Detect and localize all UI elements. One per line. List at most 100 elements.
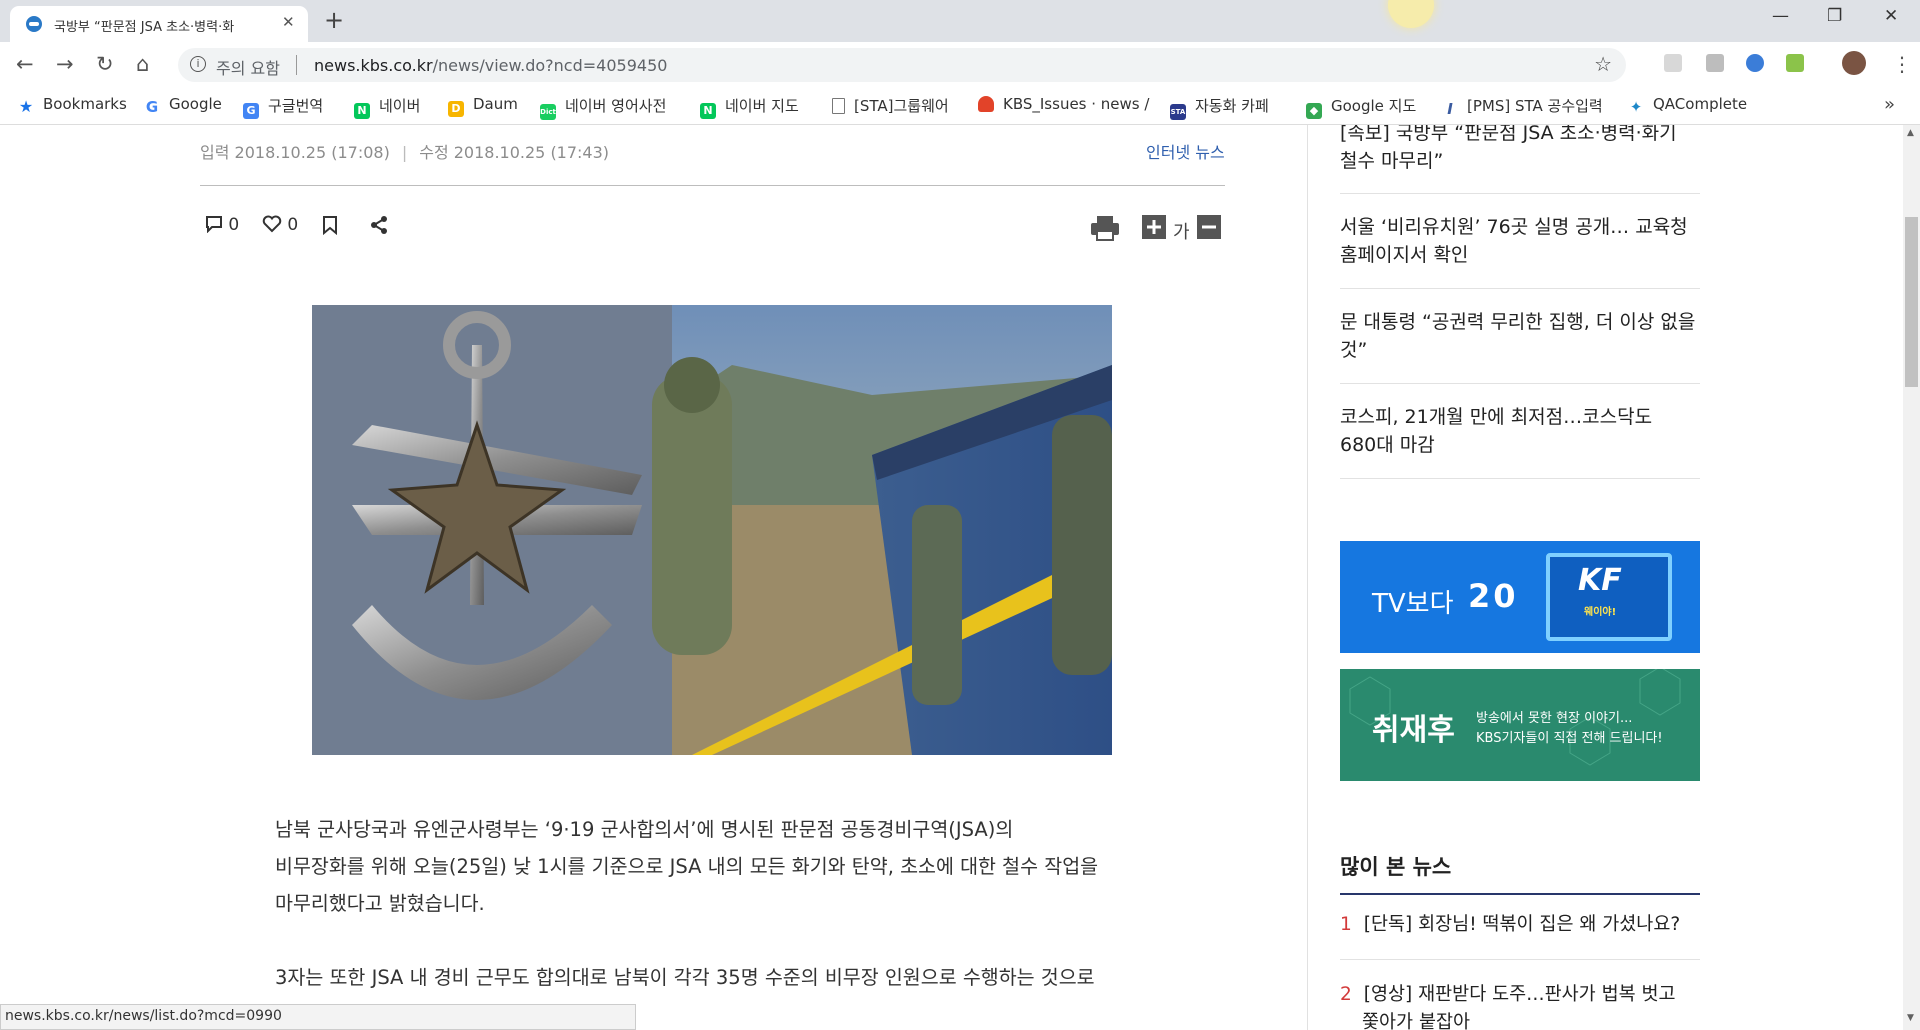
url-host: news.kbs.co.kr (314, 56, 433, 75)
url-text[interactable]: news.kbs.co.kr/news/view.do?ncd=4059450 (314, 56, 667, 75)
bookmark-label: Daum (473, 95, 518, 113)
sidebar-separator (1340, 383, 1700, 384)
google-icon: G (145, 98, 159, 116)
popular-news-title: [영상] 재판받다 도주…판사가 법복 벗고 (1363, 984, 1676, 1005)
comment-count: 0 (228, 215, 240, 235)
bookmark-label: 네이버 지도 (725, 97, 799, 115)
date-edit: 수정 2018.10.25 (17:43) (419, 143, 610, 162)
article-dates: 입력 2018.10.25 (17:08) | 수정 2018.10.25 (17:… (200, 139, 609, 163)
banner-20-text: 20 (1468, 577, 1519, 615)
address-bar[interactable]: i 주의 요함 news.kbs.co.kr/news/view.do?ncd=… (178, 48, 1626, 82)
extension-arrow-icon[interactable] (1746, 54, 1764, 72)
article-line: 비무장화를 위해 오늘(25일) 낮 1시를 기준으로 JSA 내의 모든 화기… (275, 855, 1099, 878)
section-link[interactable]: 인터넷 뉴스 (1146, 139, 1225, 163)
info-icon[interactable]: i (190, 56, 206, 72)
daum-icon: D (448, 101, 464, 117)
bookmark-item[interactable]: ◆ Google 지도 (1306, 95, 1416, 119)
tab-close-icon[interactable]: ✕ (282, 13, 295, 31)
bookmark-label: 자동화 카페 (1195, 97, 1269, 115)
related-news-item[interactable]: [속보] 국방부 “판문점 JSA 초소·병력·화기 철수 마무리” (1340, 125, 1700, 175)
omnibox-divider (296, 55, 297, 75)
reload-icon[interactable]: ↻ (96, 52, 114, 76)
bookmark-item[interactable]: G 구글번역 (243, 95, 323, 119)
related-news-title: 680대 마감 (1340, 434, 1435, 456)
related-news-title: 문 대통령 “공권력 무리한 집행, 더 이상 없을 (1340, 311, 1696, 333)
kf-banner[interactable]: TV보다 20 KF 웨이야! (1340, 541, 1700, 653)
bookmark-label: 구글번역 (268, 97, 324, 115)
restore-button[interactable]: ❐ (1827, 6, 1842, 26)
bookmark-star-icon[interactable]: ☆ (1594, 52, 1612, 76)
related-news-item[interactable]: 서울 ‘비리유치원’ 76곳 실명 공개… 교육청 홈페이지서 확인 (1340, 213, 1700, 269)
back-arrow-icon[interactable]: ← (16, 52, 34, 76)
bookmark-label: Bookmarks (43, 95, 127, 113)
related-news-title: 것” (1340, 339, 1368, 361)
popular-rank: 1 (1340, 914, 1352, 935)
web-page: 입력 2018.10.25 (17:08) | 수정 2018.10.25 (17:… (0, 125, 1920, 1030)
extension-green-icon[interactable] (1786, 54, 1804, 72)
popular-rank: 2 (1340, 984, 1352, 1005)
font-increase-button[interactable] (1142, 215, 1166, 244)
home-icon[interactable]: ⌂ (136, 52, 149, 76)
like-button[interactable]: 0 (262, 215, 298, 235)
reporting-banner[interactable]: 취재후 방송에서 못한 현장 이야기... KBS기자들이 직접 전해 드립니다… (1340, 669, 1700, 781)
font-decrease-button[interactable] (1197, 215, 1221, 244)
browser-tab[interactable]: 국방부 “판문점 JSA 초소·병력·화 ✕ (10, 6, 308, 42)
bookmark-item[interactable]: Dict 네이버 영어사전 (540, 95, 666, 120)
article-paragraph: 3자는 또한 JSA 내 경비 근무도 합의대로 남북이 각각 35명 수준의 … (275, 959, 1155, 996)
security-warning[interactable]: 주의 요함 (216, 55, 280, 79)
article-photo (312, 305, 1112, 755)
bookmark-button[interactable] (322, 215, 338, 240)
scroll-down-icon[interactable]: ▼ (1907, 1013, 1914, 1023)
bookmark-item[interactable]: D Daum (448, 95, 518, 117)
print-button[interactable] (1090, 215, 1120, 246)
date-input: 입력 2018.10.25 (17:08) (200, 143, 390, 162)
bookmark-item[interactable]: G Google (144, 95, 222, 115)
qa-icon: ✦ (1629, 98, 1643, 116)
page-scrollbar[interactable]: ▲ ▼ (1903, 125, 1920, 1030)
bookmark-item[interactable]: ★ Bookmarks (18, 95, 127, 115)
font-size-label: 가 (1173, 222, 1190, 243)
bookmark-item[interactable]: KBS_Issues · news / (978, 95, 1149, 113)
page-icon (832, 98, 845, 114)
sidebar-separator (1340, 193, 1700, 194)
browser-toolbar: ← → ↻ ⌂ i 주의 요함 news.kbs.co.kr/news/view… (0, 42, 1920, 88)
bookmarks-overflow-button[interactable]: » (1884, 94, 1895, 115)
minimize-button[interactable]: — (1772, 6, 1789, 26)
extension-icon[interactable] (1664, 54, 1682, 72)
scroll-thumb[interactable] (1905, 217, 1918, 387)
share-button[interactable] (370, 215, 388, 240)
status-bar-url: news.kbs.co.kr/news/list.do?mcd=0990 (0, 1004, 636, 1030)
related-news-item[interactable]: 코스피, 21개월 만에 최저점…코스닥도 680대 마감 (1340, 403, 1700, 459)
forward-arrow-icon[interactable]: → (56, 52, 74, 76)
profile-avatar[interactable] (1842, 51, 1866, 75)
bookmark-label: 네이버 (379, 97, 421, 115)
related-news-item[interactable]: 문 대통령 “공권력 무리한 집행, 더 이상 없을 것” (1340, 308, 1700, 364)
popular-news-item[interactable]: 2 [영상] 재판받다 도주…판사가 법복 벗고 쫓아가 붙잡아 (1340, 981, 1700, 1030)
comment-button[interactable]: 0 (205, 215, 239, 235)
bookmark-item[interactable]: [STA]그룹웨어 (832, 95, 949, 116)
banner-kf-logo: KF (1578, 563, 1622, 598)
tab-strip: 국방부 “판문점 JSA 초소·병력·화 ✕ + — ❐ ✕ (0, 0, 1920, 42)
close-window-button[interactable]: ✕ (1884, 6, 1898, 26)
naver-icon: N (354, 103, 370, 119)
popular-news-item[interactable]: 1 [단독] 회장님! 떡볶이 집은 왜 가셨나요? (1340, 911, 1700, 939)
bookmark-item[interactable]: STA 자동화 카페 (1170, 95, 1269, 120)
extension-ex-icon[interactable] (1706, 54, 1724, 72)
article-photo-graphic (312, 305, 1112, 755)
bookmark-item[interactable]: N 네이버 (354, 95, 420, 119)
bookmark-item[interactable]: N 네이버 지도 (700, 95, 799, 119)
naver-icon: N (700, 103, 716, 119)
heart-icon (262, 215, 282, 233)
new-tab-button[interactable]: + (324, 6, 344, 34)
minus-icon (1197, 215, 1221, 239)
bookmark-label: Google (169, 95, 222, 113)
scroll-up-icon[interactable]: ▲ (1907, 128, 1914, 138)
like-count: 0 (287, 215, 299, 235)
bookmark-item[interactable]: ✦ QAComplete (1628, 95, 1747, 115)
tab-title: 국방부 “판문점 JSA 초소·병력·화 (54, 20, 235, 35)
banner-sub1: 방송에서 못한 현장 이야기... (1476, 711, 1633, 726)
banner-tv-illustration: KF 웨이야! (1546, 553, 1672, 641)
banner-sub2: KBS기자들이 직접 전해 드립니다! (1476, 731, 1663, 746)
bookmark-item[interactable]: Ⅰ [PMS] STA 공수입력 (1442, 95, 1603, 117)
menu-kebab-icon[interactable]: ⋮ (1892, 52, 1912, 76)
